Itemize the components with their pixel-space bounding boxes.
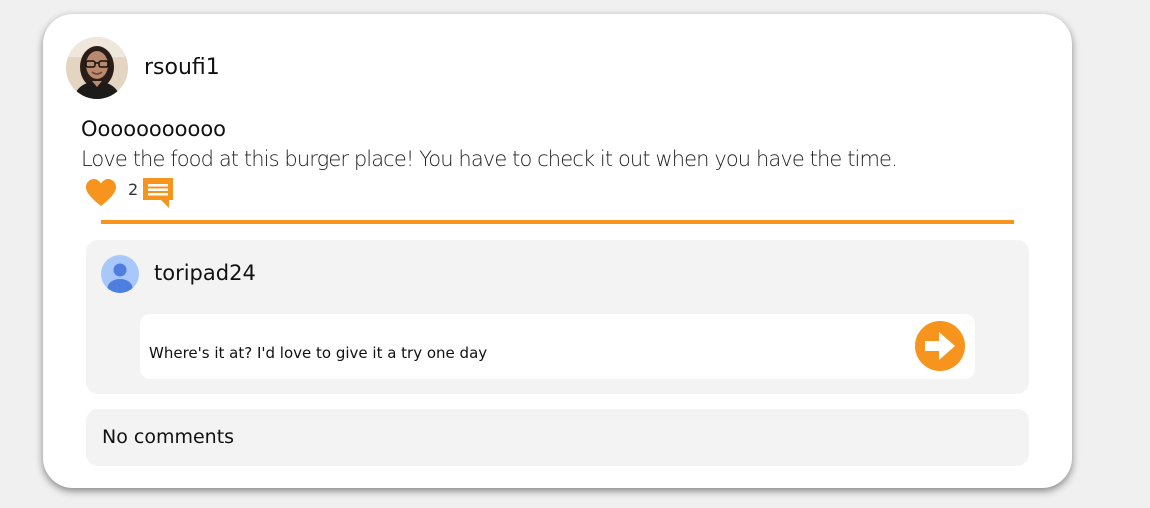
post-card: rsoufi1 Ooooooooooo Love the food at thi… <box>43 14 1072 488</box>
no-comments-message: No comments <box>102 426 235 448</box>
send-comment-button[interactable] <box>915 321 965 371</box>
like-count: 2 <box>128 180 139 199</box>
comment-bubble-icon[interactable] <box>142 177 174 209</box>
heart-icon[interactable] <box>85 178 117 208</box>
comments-list: No comments <box>86 409 1029 466</box>
post-body: Love the food at this burger place! You … <box>81 147 898 171</box>
arrow-right-icon <box>915 321 965 371</box>
comment-compose-panel: toripad24 <box>86 240 1029 394</box>
comment-input-container <box>140 314 975 379</box>
post-divider <box>101 220 1014 224</box>
profile-photo-icon <box>66 37 128 99</box>
comment-input[interactable] <box>149 344 899 362</box>
post-author-username[interactable]: rsoufi1 <box>144 55 220 80</box>
post-author-avatar[interactable] <box>66 37 128 99</box>
commenter-username: toripad24 <box>154 261 256 285</box>
post-title: Ooooooooooo <box>81 117 227 141</box>
user-avatar-icon <box>101 255 139 293</box>
